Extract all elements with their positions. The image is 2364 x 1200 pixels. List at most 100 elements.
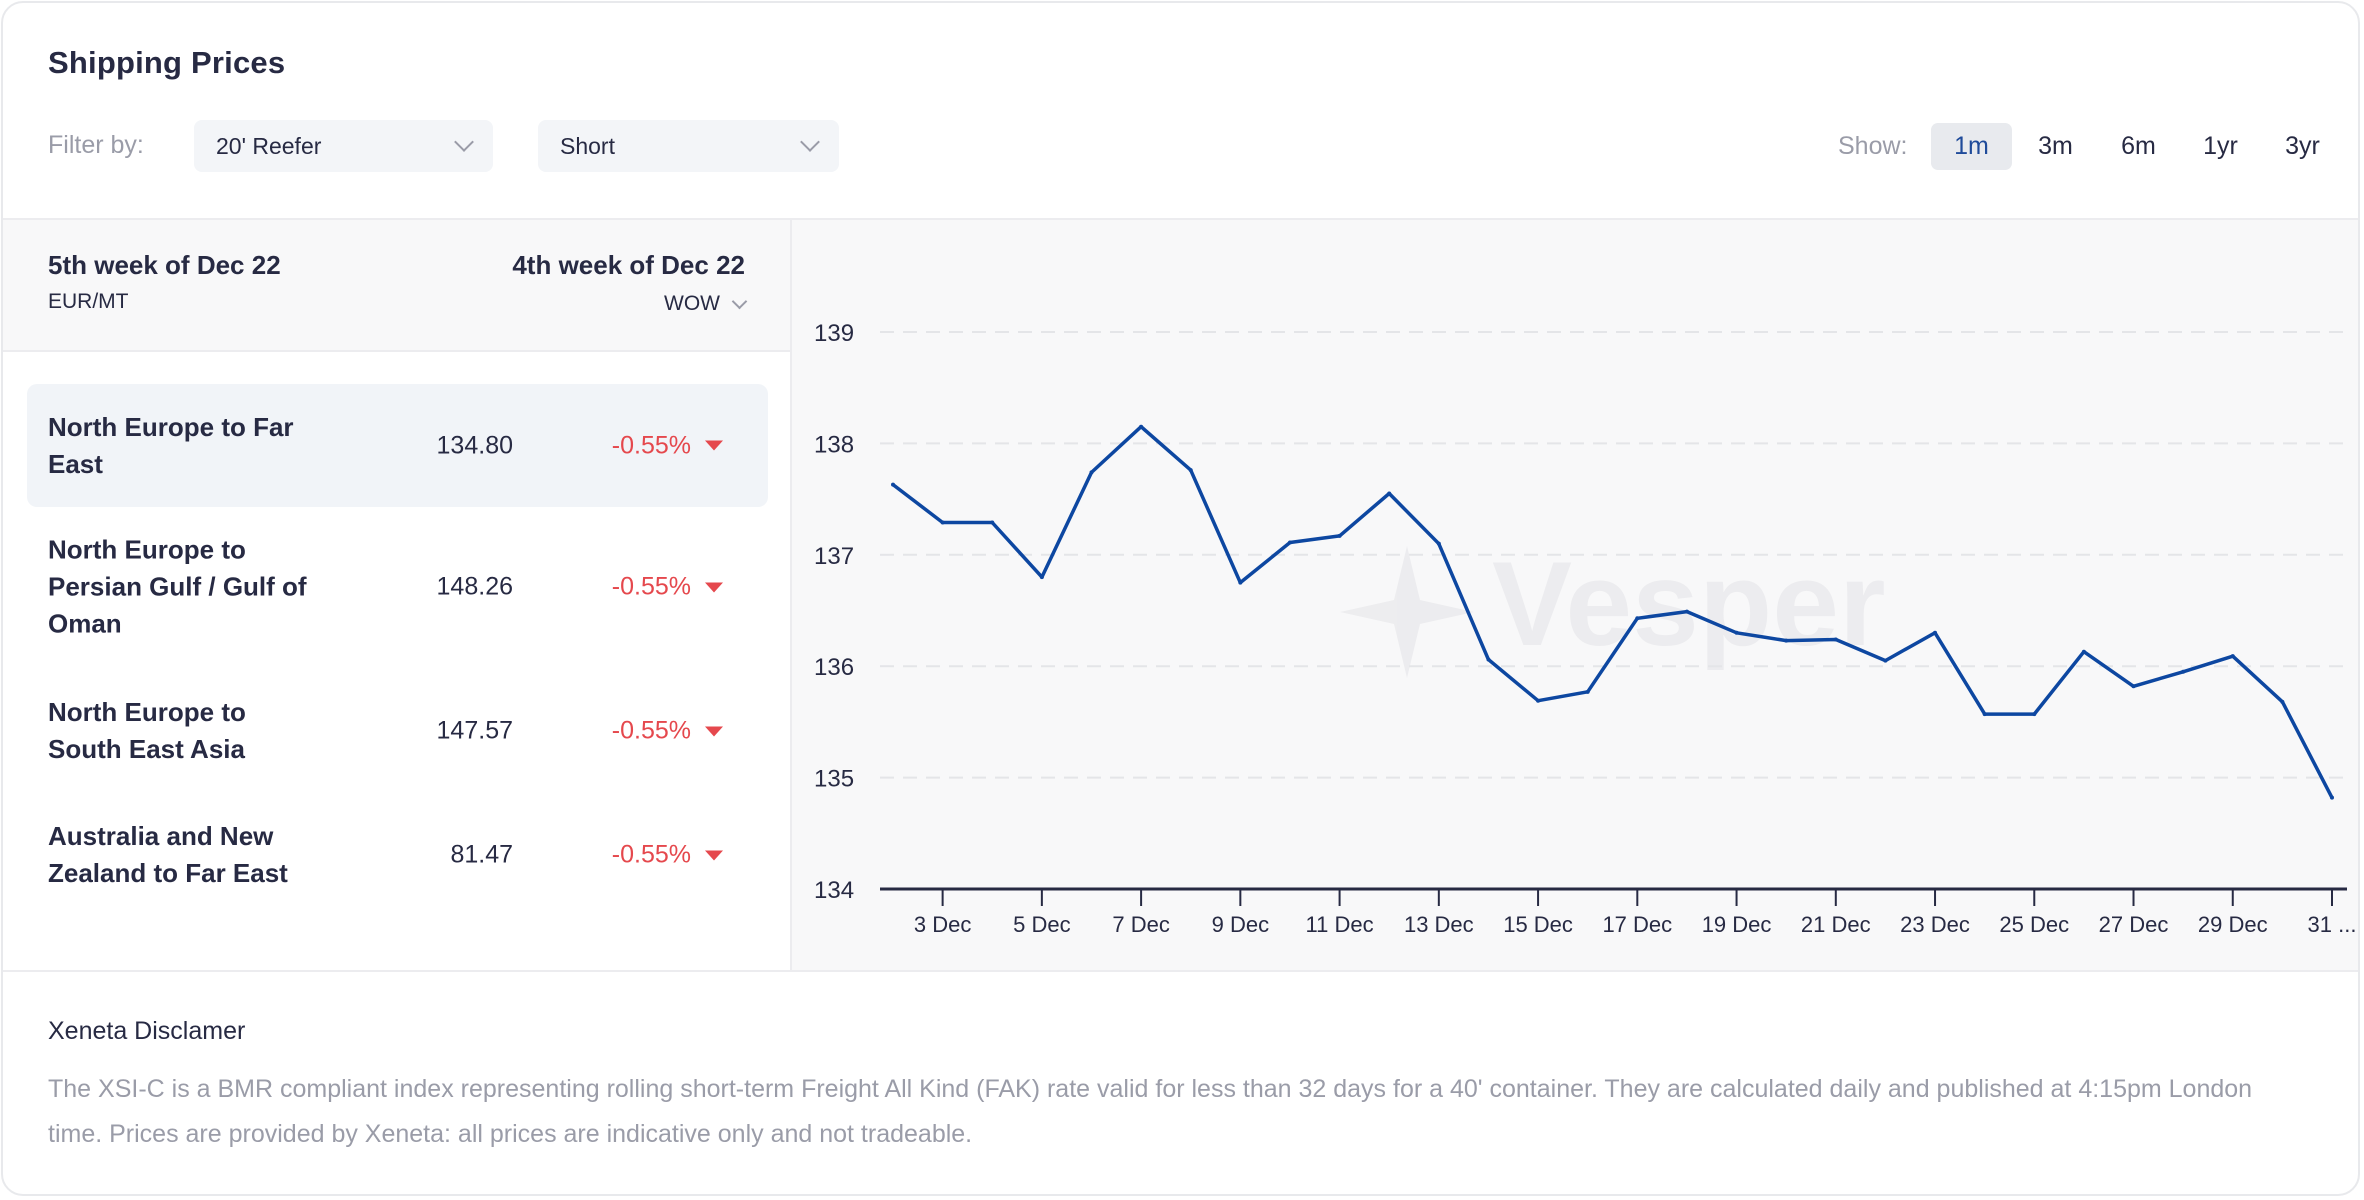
data-point [1933,630,1938,635]
change-percent: -0.55% [611,840,691,869]
route-value: 81.47 [450,840,513,869]
down-triangle-icon [705,582,723,592]
route-list: North Europe to Far East 134.80 -0.55% N… [3,352,790,971]
route-change: -0.55% [612,841,723,870]
x-tick-label: 21 Dec [1801,912,1871,937]
data-point [1436,541,1441,546]
x-tick-label: 19 Dec [1702,912,1772,937]
data-point [940,520,945,525]
data-point [2280,699,2285,704]
page-title: Shipping Prices [48,45,286,80]
chevron-down-icon [454,132,474,152]
route-change: -0.55% [612,431,723,460]
data-point [990,520,995,525]
chevron-down-icon [731,293,748,309]
data-point [2081,649,2086,654]
show-label: Show: [1838,132,1908,160]
x-tick-label: 29 Dec [2198,912,2268,937]
route-name: North Europe to South East Asia [48,697,246,764]
data-point [2230,654,2235,659]
route-value: 147.57 [436,716,513,745]
route-name: North Europe to Far East [48,411,294,479]
x-tick-label: 23 Dec [1900,912,1970,937]
disclaimer-text: The XSI-C is a BMR compliant index repre… [48,1075,2253,1148]
star-logo-icon [1340,546,1474,678]
data-point [1188,468,1193,473]
table-header: 5th week of Dec 22 EUR/MT 4th week of De… [3,220,790,352]
x-tick-label: 13 Dec [1404,912,1474,937]
x-tick-label: 7 Dec [1112,912,1169,937]
y-tick-label: 136 [814,654,854,681]
data-point [2181,669,2186,674]
change-percent: -0.55% [611,431,691,459]
x-tick-label: 25 Dec [1999,912,2069,937]
disclaimer-title: Xeneta Disclamer [48,1017,246,1045]
shipping-prices-card: Shipping Prices Filter by: 20' Reefer Sh… [1,1,2360,1196]
previous-period: 4th week of Dec 22 [512,250,745,280]
x-tick-label: 17 Dec [1602,912,1672,937]
data-point [1337,533,1342,538]
range-3m-button[interactable]: 3m [2015,123,2096,170]
data-point [1784,638,1789,643]
filter-label: Filter by: [48,131,144,159]
route-row[interactable]: North Europe to Far East 134.80 -0.55% [27,384,768,507]
footer-divider [3,970,2358,972]
range-6m-button[interactable]: 6m [2098,123,2179,170]
data-point [1833,637,1838,642]
unit-label: EUR/MT [48,290,129,313]
change-percent: -0.55% [611,716,691,745]
data-point [1238,580,1243,585]
route-row[interactable]: North Europe to Persian Gulf / Gulf of O… [27,512,768,662]
range-1yr-button[interactable]: 1yr [2180,123,2261,170]
down-triangle-icon [705,726,723,736]
change-percent: -0.55% [611,572,691,601]
price-line-chart: Vesper 134 135 136 137 138 139 3 Dec 5 Dec 7 De… [814,320,2357,937]
y-tick-label: 137 [814,543,854,570]
x-tick-label: 27 Dec [2099,912,2169,937]
x-tick-label: 9 Dec [1212,912,1269,937]
data-point [1982,712,1987,717]
data-point [2330,795,2334,800]
container-type-dropdown[interactable]: 20' Reefer [194,120,493,172]
data-point [891,482,895,487]
data-point [1039,575,1044,580]
container-type-value: 20' Reefer [216,132,322,159]
data-point [1536,698,1541,703]
route-change: -0.55% [612,717,723,746]
term-dropdown[interactable]: Short [538,120,839,172]
comparison-dropdown[interactable]: WOW [664,292,748,316]
y-tick-label: 138 [814,431,854,458]
data-point [1883,658,1888,663]
data-point [1089,470,1094,475]
route-name: North Europe to Persian Gulf / Gulf of O… [48,534,307,639]
x-tick-label: 5 Dec [1013,912,1070,937]
route-value: 134.80 [436,431,513,459]
route-name: Australia and New Zealand to Far East [48,821,288,888]
data-point [2131,684,2136,689]
current-period: 5th week of Dec 22 [48,250,281,280]
range-3yr-button[interactable]: 3yr [2262,123,2343,170]
down-triangle-icon [705,850,723,860]
y-tick-label: 134 [814,877,854,904]
x-tick-label: 3 Dec [914,912,971,937]
term-value: Short [560,132,615,159]
data-point [1387,491,1392,496]
route-value: 148.26 [436,572,513,601]
route-row[interactable]: Australia and New Zealand to Far East 81… [27,796,768,914]
route-row[interactable]: North Europe to South East Asia 147.57 -… [27,672,768,790]
y-tick-label: 135 [814,766,854,793]
x-tick-label: 31 ... [2308,912,2357,937]
data-point [1734,630,1739,635]
data-point [1486,657,1491,662]
route-change: -0.55% [612,573,723,602]
comparison-value: WOW [664,292,720,315]
data-point [1635,616,1640,621]
x-tick-label: 11 Dec [1306,912,1374,937]
data-point [1139,424,1144,429]
range-1m-button[interactable]: 1m [1931,123,2012,170]
y-tick-label: 139 [814,320,854,347]
chart-panel: Vesper 134 135 136 137 138 139 3 Dec 5 Dec 7 De… [792,220,2358,971]
down-triangle-icon [705,440,723,451]
data-point [1684,609,1689,614]
x-tick-label: 15 Dec [1503,912,1573,937]
